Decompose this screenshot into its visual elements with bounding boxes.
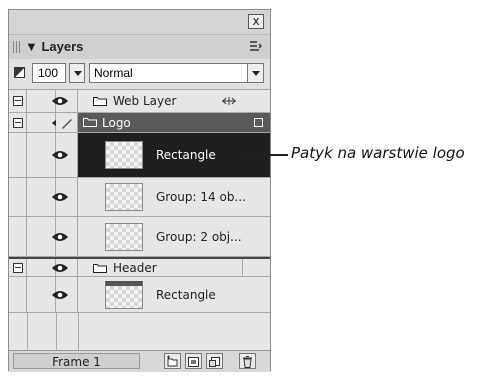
chevron-down-icon xyxy=(74,71,82,76)
edit-cell[interactable] xyxy=(56,90,78,112)
layers-toolbar: 100 Normal xyxy=(9,59,270,90)
column-divider xyxy=(78,313,79,350)
expand-cell xyxy=(9,178,27,216)
layer-row-header[interactable]: Header xyxy=(9,257,270,277)
thumbnail-image xyxy=(105,223,143,251)
chevron-down-icon xyxy=(252,71,260,76)
edit-cell[interactable] xyxy=(56,277,78,312)
grip-icon[interactable] xyxy=(13,41,21,53)
expand-cell xyxy=(9,113,27,132)
object-label: Group: 14 ob... xyxy=(156,190,246,204)
visibility-cell[interactable] xyxy=(27,217,68,256)
web-layer-lock-icon[interactable] xyxy=(221,96,237,106)
folder-icon xyxy=(83,118,97,127)
layers-panel: x ▼ Layers 100 Normal Web Layer Logo Rec… xyxy=(8,9,271,372)
edit-cell[interactable] xyxy=(56,133,78,177)
annotation-text: Patyk na warstwie logo xyxy=(291,144,465,162)
visibility-cell[interactable] xyxy=(27,259,68,276)
opacity-input[interactable]: 100 xyxy=(32,63,66,83)
close-button[interactable]: x xyxy=(248,14,264,29)
object-row-rectangle-selected[interactable]: Rectangle xyxy=(9,133,270,178)
expand-cell xyxy=(9,259,27,276)
blend-mode-value: Normal xyxy=(94,66,133,80)
column-divider xyxy=(27,313,28,350)
layer-label: Header xyxy=(113,261,157,275)
object-label: Rectangle xyxy=(156,148,216,162)
new-layer-icon[interactable] xyxy=(185,353,202,369)
frame-button[interactable]: Frame 1 xyxy=(13,353,140,369)
object-label: Group: 2 obj... xyxy=(156,230,242,244)
layer-label: Logo xyxy=(102,116,131,130)
annotation-line xyxy=(240,154,288,156)
thumbnail-image xyxy=(105,281,143,309)
edit-cell[interactable] xyxy=(56,217,78,256)
layer-row-web[interactable]: Web Layer xyxy=(9,90,270,113)
expand-cell xyxy=(9,133,27,177)
layer-color-swatch-icon[interactable] xyxy=(254,118,263,127)
thumbnail-image xyxy=(105,183,143,211)
visibility-cell[interactable] xyxy=(27,90,68,112)
expand-cell xyxy=(9,277,27,312)
options-menu-icon[interactable] xyxy=(250,41,263,54)
collapse-icon[interactable] xyxy=(13,263,23,273)
blend-mode-select[interactable]: Normal xyxy=(89,63,264,83)
visibility-cell[interactable] xyxy=(27,178,68,216)
trash-icon[interactable] xyxy=(239,353,256,369)
expand-cell xyxy=(9,90,27,112)
visibility-cell[interactable] xyxy=(27,113,68,132)
collapse-icon[interactable] xyxy=(13,96,23,106)
object-row-rectangle[interactable]: Rectangle xyxy=(9,277,270,313)
duplicate-layer-icon[interactable] xyxy=(206,353,223,369)
object-label: Rectangle xyxy=(156,288,216,302)
panel-title-text: Layers xyxy=(41,39,84,54)
pencil-icon xyxy=(62,119,72,129)
expand-cell xyxy=(9,217,27,256)
edit-cell[interactable] xyxy=(56,259,78,276)
thumbnail-image xyxy=(105,141,143,169)
edit-cell[interactable] xyxy=(56,113,78,132)
edit-cell[interactable] xyxy=(56,178,78,216)
panel-header: ▼ Layers xyxy=(9,34,270,59)
blend-dropdown-button[interactable] xyxy=(247,64,263,82)
opacity-icon xyxy=(14,67,25,78)
layer-row-logo[interactable]: Logo xyxy=(9,113,270,133)
layers-list: Web Layer Logo Rectangle Group: 14 ob...… xyxy=(9,90,270,350)
object-row-group-14[interactable]: Group: 14 ob... xyxy=(9,178,270,217)
column-divider xyxy=(56,313,57,350)
folder-icon xyxy=(93,97,107,106)
layer-label: Web Layer xyxy=(113,94,177,108)
opacity-dropdown-button[interactable] xyxy=(69,63,85,83)
object-row-group-2[interactable]: Group: 2 obj... xyxy=(9,217,270,257)
visibility-cell[interactable] xyxy=(27,133,68,177)
new-sublayer-icon[interactable] xyxy=(164,353,181,369)
divider xyxy=(242,259,243,276)
panel-footer: Frame 1 xyxy=(9,350,270,372)
visibility-cell[interactable] xyxy=(27,277,68,312)
panel-title[interactable]: ▼ Layers xyxy=(25,39,83,54)
panel-titlebar: x xyxy=(9,10,270,34)
collapse-icon[interactable] xyxy=(13,118,23,128)
folder-icon xyxy=(93,264,107,273)
